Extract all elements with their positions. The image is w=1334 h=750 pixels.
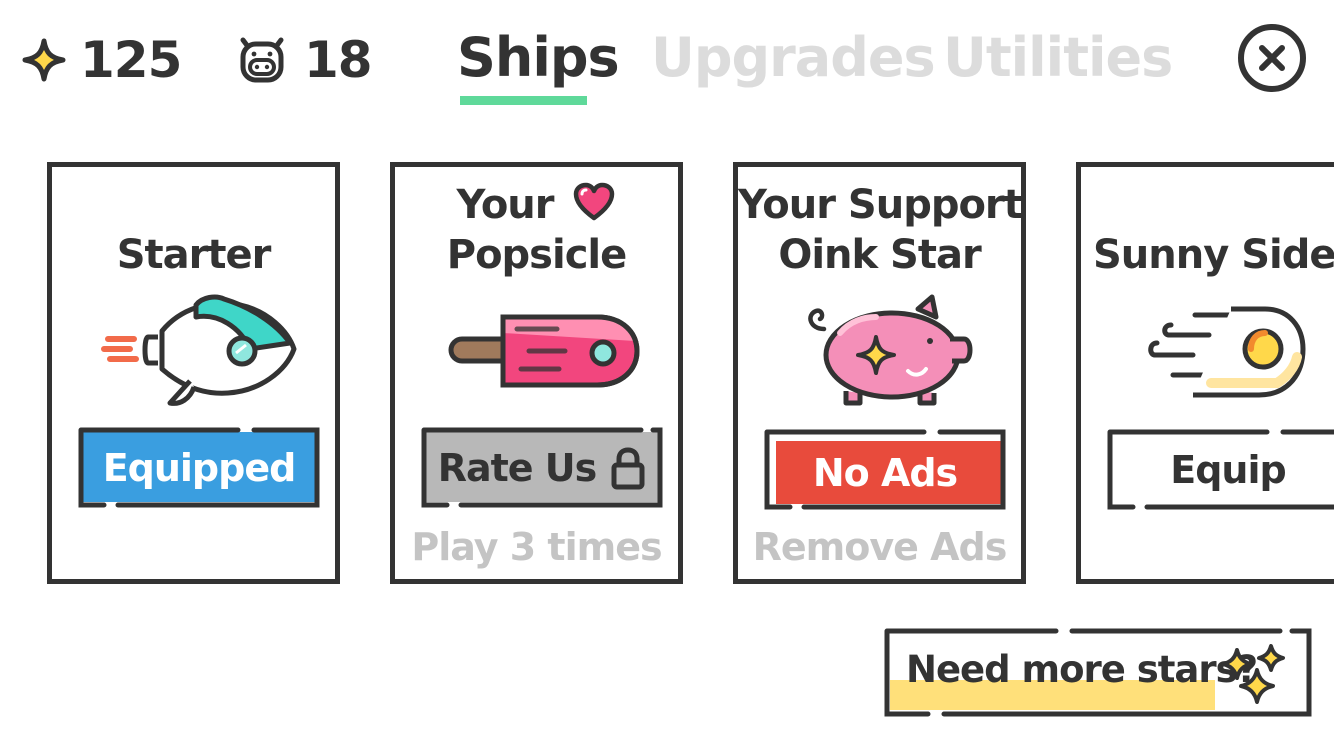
equip-button[interactable]: Equip bbox=[1107, 429, 1334, 511]
piggy-bank-ship-icon bbox=[808, 294, 973, 406]
heart-icon bbox=[574, 182, 615, 221]
need-more-stars-label: Need more stars? bbox=[906, 648, 1258, 691]
close-button[interactable] bbox=[1237, 23, 1307, 93]
star-currency-icon bbox=[22, 38, 66, 82]
ship-card-sunny-side[interactable]: Sunny Side U Equip bbox=[1076, 162, 1334, 584]
ship-card-oink-star[interactable]: Your Support Oink Star No Ads Remove Ads bbox=[733, 162, 1026, 584]
button-label: Equipped bbox=[78, 427, 320, 509]
ship-card-popsicle[interactable]: Your Popsicle Rate Us Play 3 times bbox=[390, 162, 683, 584]
pig-face-icon bbox=[240, 37, 284, 83]
no-ads-label: No Ads bbox=[812, 451, 958, 495]
unlock-requirement: Play 3 times bbox=[411, 525, 662, 569]
button-label: Rate Us bbox=[421, 427, 663, 509]
button-label: No Ads bbox=[764, 429, 1006, 511]
lock-icon bbox=[611, 447, 645, 490]
need-more-stars-button[interactable]: Need more stars? bbox=[884, 628, 1312, 718]
tab-utilities[interactable]: Utilities bbox=[943, 26, 1173, 89]
card-title-line2: Oink Star bbox=[778, 232, 981, 278]
close-icon bbox=[1238, 24, 1306, 92]
sparkle-stars-icon bbox=[1221, 644, 1285, 704]
card-title-line1: Your bbox=[395, 179, 678, 231]
rate-us-button[interactable]: Rate Us bbox=[421, 427, 663, 509]
pigs-counter: 18 bbox=[234, 28, 373, 92]
card-title-line2: Popsicle bbox=[446, 232, 628, 278]
pigs-count: 18 bbox=[304, 31, 373, 89]
stars-count: 125 bbox=[80, 31, 182, 89]
tab-ships[interactable]: Ships bbox=[457, 26, 620, 89]
popsicle-ship-icon bbox=[448, 314, 640, 388]
button-label: Equip bbox=[1107, 429, 1334, 511]
purchase-description: Remove Ads bbox=[752, 525, 1008, 569]
rocket-ship-icon bbox=[101, 294, 297, 406]
title-text: Your bbox=[456, 182, 555, 228]
equip-label: Equip bbox=[1170, 448, 1286, 492]
equipped-button[interactable]: Equipped bbox=[78, 427, 320, 509]
card-title: Starter bbox=[116, 232, 272, 278]
rate-us-label: Rate Us bbox=[437, 446, 598, 490]
tab-upgrades[interactable]: Upgrades bbox=[651, 26, 936, 89]
active-tab-underline bbox=[460, 96, 587, 105]
card-title: Sunny Side U bbox=[1093, 232, 1334, 278]
fried-egg-ship-icon bbox=[1148, 306, 1306, 398]
no-ads-button[interactable]: No Ads bbox=[764, 429, 1006, 511]
card-title-line1: Your Support bbox=[738, 182, 1023, 228]
ship-card-starter[interactable]: Starter Equipped bbox=[47, 162, 340, 584]
stars-counter: 125 bbox=[22, 28, 182, 92]
equipped-label: Equipped bbox=[102, 446, 297, 490]
